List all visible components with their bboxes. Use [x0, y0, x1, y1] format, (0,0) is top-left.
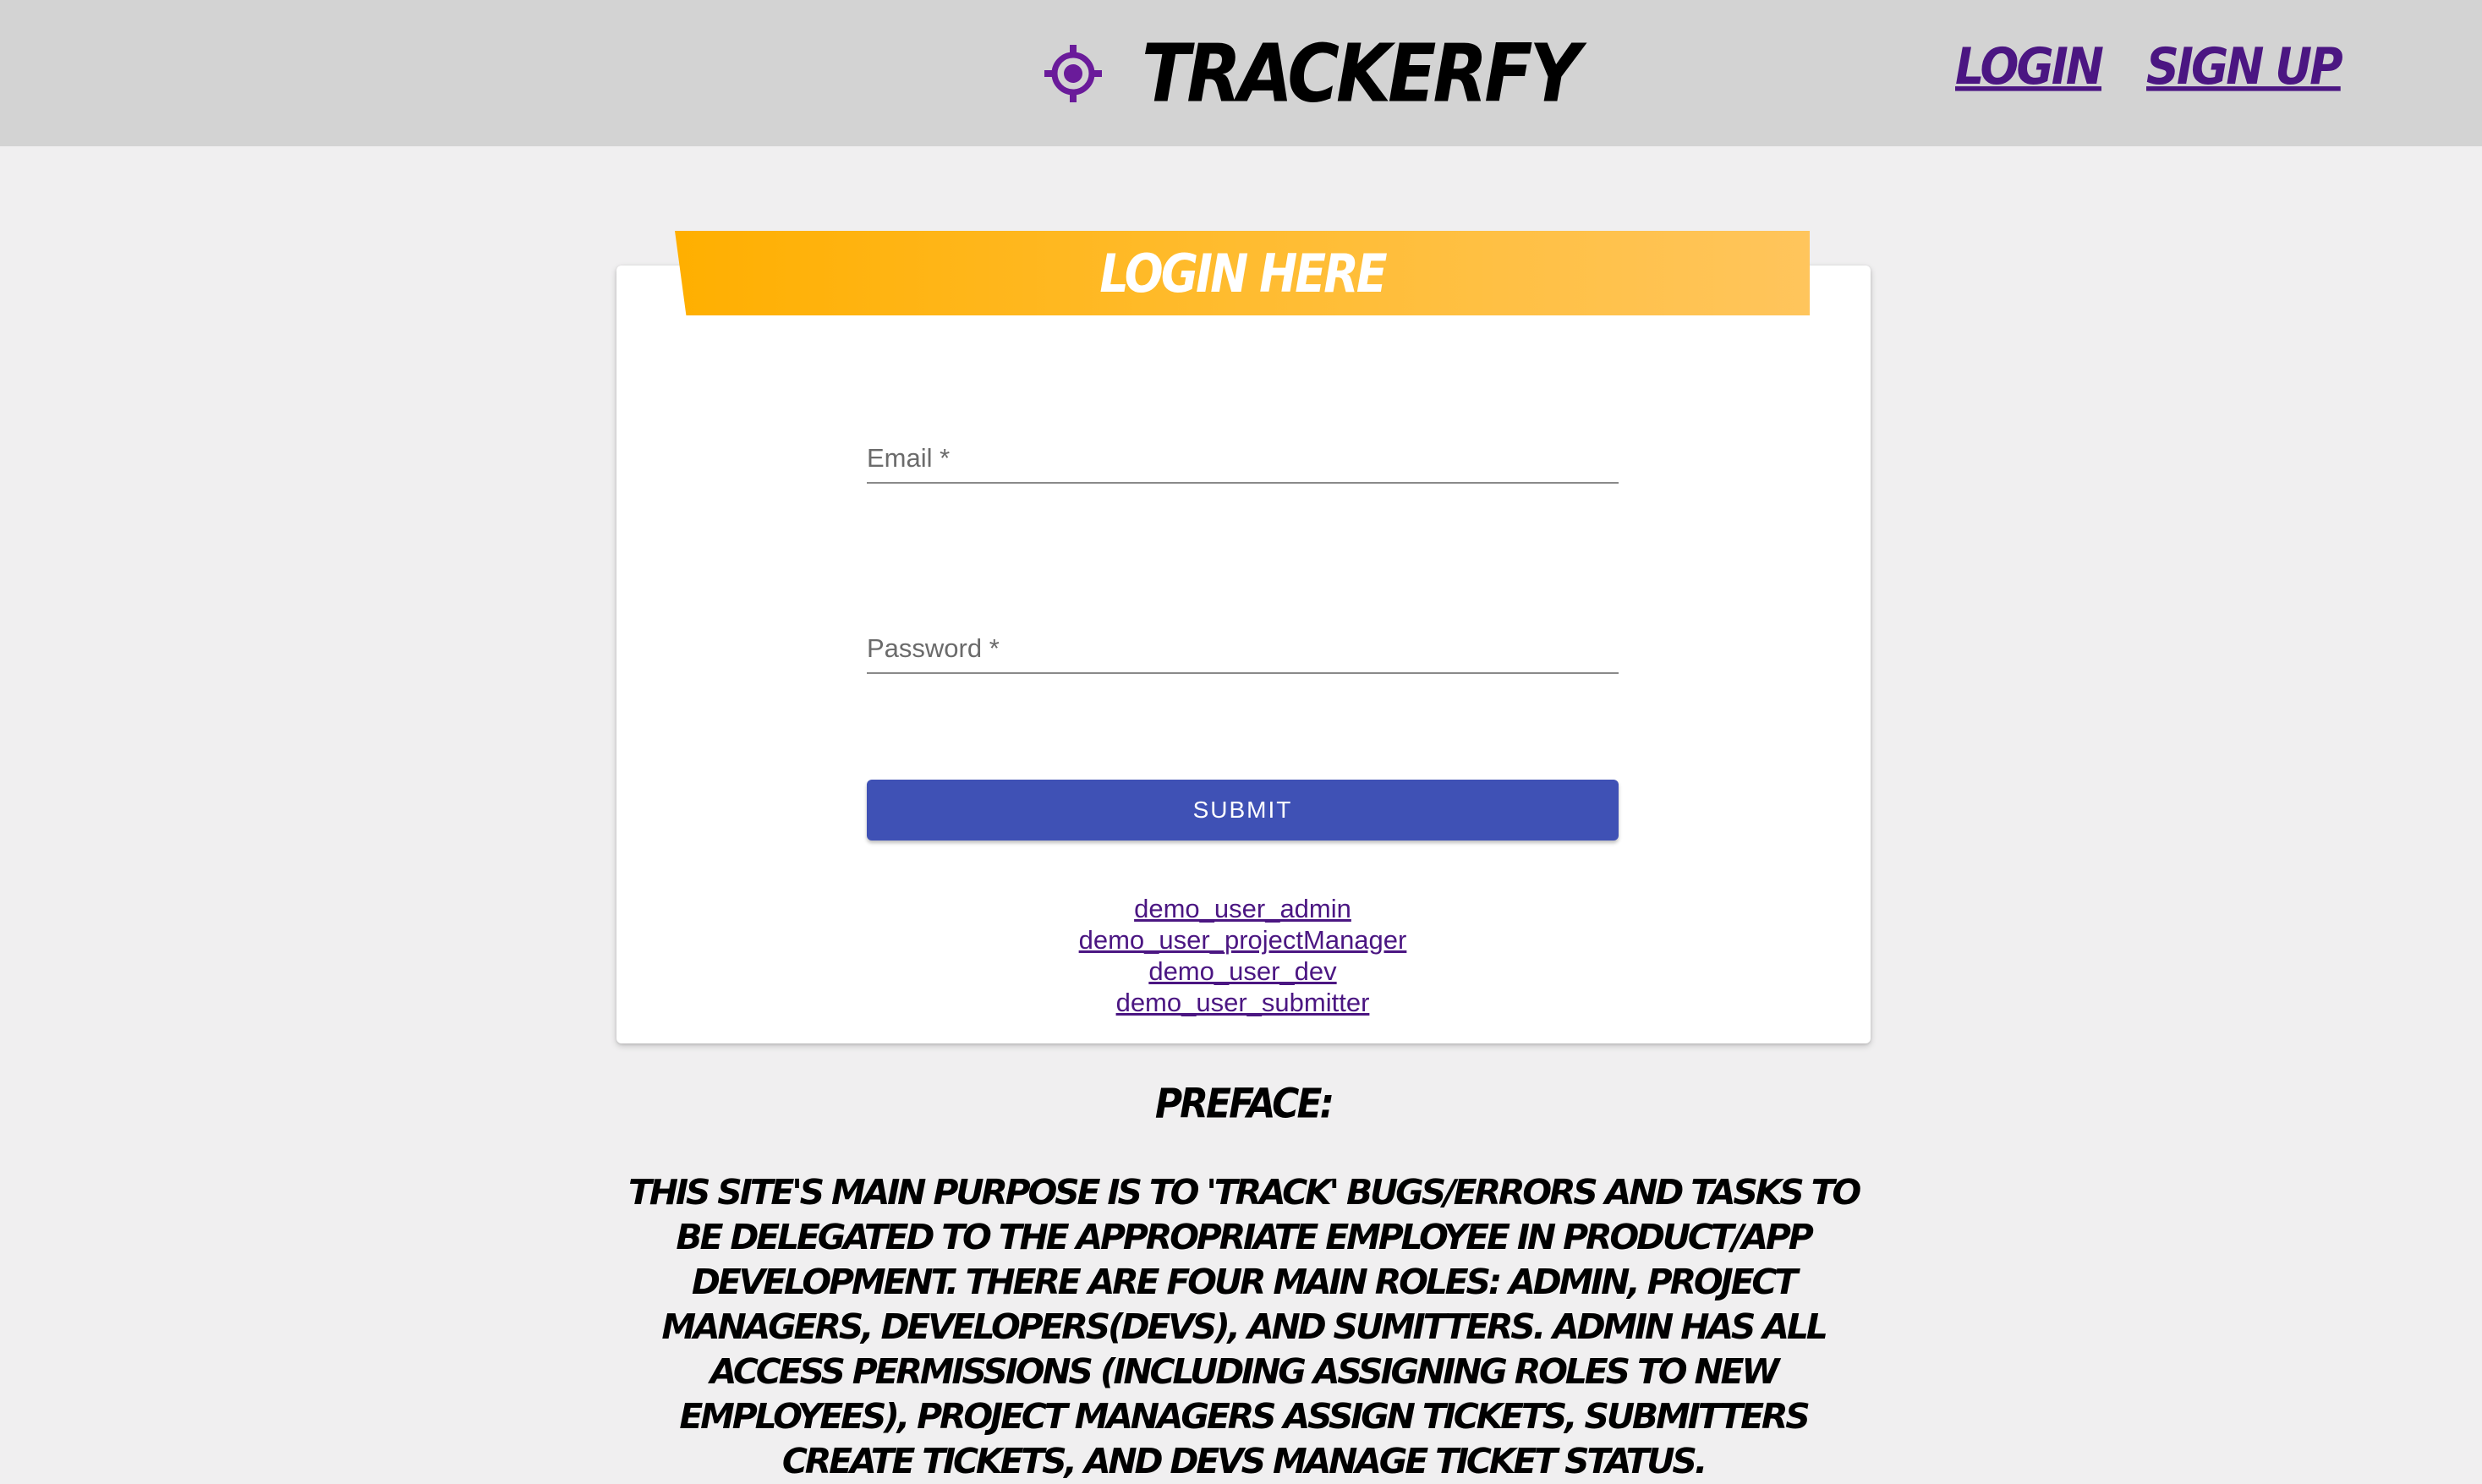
nav-login-link[interactable]: Login: [1955, 41, 2104, 91]
email-field[interactable]: Email *: [867, 431, 1619, 484]
preface-heading: Preface:: [1154, 1080, 1334, 1128]
demo-user-links: demo_user_admin demo_user_projectManager…: [867, 893, 1619, 1018]
password-field[interactable]: Password *: [867, 620, 1619, 674]
email-label: Email *: [867, 443, 951, 473]
top-navbar: Trackerfy Login Sign up: [0, 0, 2482, 146]
nav-signup-link[interactable]: Sign up: [2146, 41, 2343, 91]
password-label: Password *: [867, 633, 1000, 663]
login-banner: Login Here: [675, 231, 1810, 315]
demo-user-dev-link[interactable]: demo_user_dev: [867, 956, 1619, 987]
brand-title: Trackerfy: [1142, 27, 1581, 120]
login-banner-title: Login Here: [1099, 242, 1387, 304]
demo-user-project-manager-link[interactable]: demo_user_projectManager: [867, 924, 1619, 956]
brand[interactable]: Trackerfy: [1042, 19, 1581, 129]
demo-user-admin-link[interactable]: demo_user_admin: [867, 893, 1619, 924]
submit-button[interactable]: SUBMIT: [867, 780, 1619, 841]
demo-user-submitter-link[interactable]: demo_user_submitter: [867, 987, 1619, 1018]
preface-body: This site's main purpose is to 'track' b…: [627, 1172, 1861, 1481]
crosshair-target-icon: [1044, 45, 1102, 102]
